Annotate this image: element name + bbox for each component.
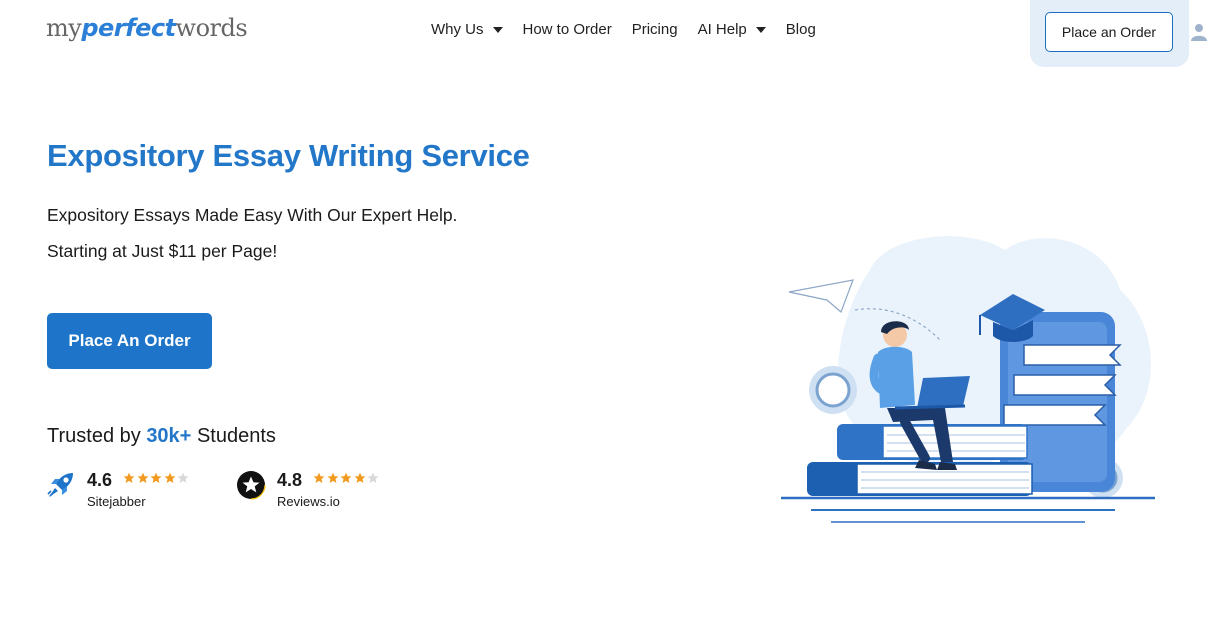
logo-part-words: words: [175, 14, 248, 42]
sitejabber-score: 4.6: [87, 470, 113, 490]
rating-sitejabber[interactable]: 4.6 Sitejabber: [46, 470, 191, 509]
rating-reviews-io[interactable]: 4.8 Reviews.io: [236, 470, 381, 509]
user-icon[interactable]: [1191, 23, 1207, 41]
nav-blog-label: Blog: [785, 21, 816, 38]
star-icon: [327, 472, 339, 483]
rocket-icon: [47, 473, 73, 497]
chevron-down-icon: [755, 27, 766, 33]
star-icon: [313, 472, 325, 483]
star-icon: [367, 472, 379, 483]
chevron-down-icon: [492, 27, 503, 33]
nav-why-us[interactable]: Why Us: [431, 21, 503, 38]
nav-blog[interactable]: Blog: [786, 21, 816, 38]
trusted-suffix: Students: [196, 425, 276, 447]
star-icon: [164, 472, 176, 483]
logo-part-perfect: perfect: [81, 14, 176, 42]
star-icon: [354, 472, 366, 483]
nav-pricing[interactable]: Pricing: [632, 21, 678, 38]
reviewsio-label: Reviews.io: [277, 494, 340, 509]
hero-subtitle-line2: Starting at Just $11 per Page!: [47, 241, 278, 261]
place-order-cta-button[interactable]: Place An Order: [47, 313, 212, 369]
star-rating: [313, 472, 381, 484]
site-header: myperfectwords Why Us How to Order Prici…: [0, 0, 1215, 70]
sitejabber-label: Sitejabber: [87, 494, 146, 509]
trusted-by-text: Trusted by 30k+ Students: [47, 425, 276, 448]
main-nav: Why Us How to Order Pricing AI Help Blog: [431, 21, 836, 38]
nav-how-to-order[interactable]: How to Order: [523, 21, 612, 38]
trusted-prefix: Trusted by: [47, 425, 141, 447]
star-icon: [123, 472, 135, 483]
logo-part-my: my: [46, 14, 82, 42]
hero-illustration: [781, 236, 1155, 523]
star-icon: [137, 472, 149, 483]
nav-why-us-label: Why Us: [431, 21, 484, 38]
star-rating: [123, 472, 191, 484]
star-icon: [150, 472, 162, 483]
reviewsio-score: 4.8: [277, 470, 303, 490]
nav-pricing-label: Pricing: [631, 21, 678, 38]
star-badge-icon: [236, 470, 266, 500]
page-title: Expository Essay Writing Service: [47, 138, 530, 173]
trusted-count: 30k+: [146, 425, 192, 447]
hero-subtitle-line1: Expository Essays Made Easy With Our Exp…: [47, 205, 458, 225]
site-logo[interactable]: myperfectwords: [46, 14, 248, 42]
star-icon: [177, 472, 189, 483]
nav-ai-help[interactable]: AI Help: [698, 21, 766, 38]
nav-how-to-order-label: How to Order: [522, 21, 612, 38]
star-icon: [340, 472, 352, 483]
place-order-header-button[interactable]: Place an Order: [1045, 12, 1173, 52]
nav-ai-help-label: AI Help: [697, 21, 747, 38]
